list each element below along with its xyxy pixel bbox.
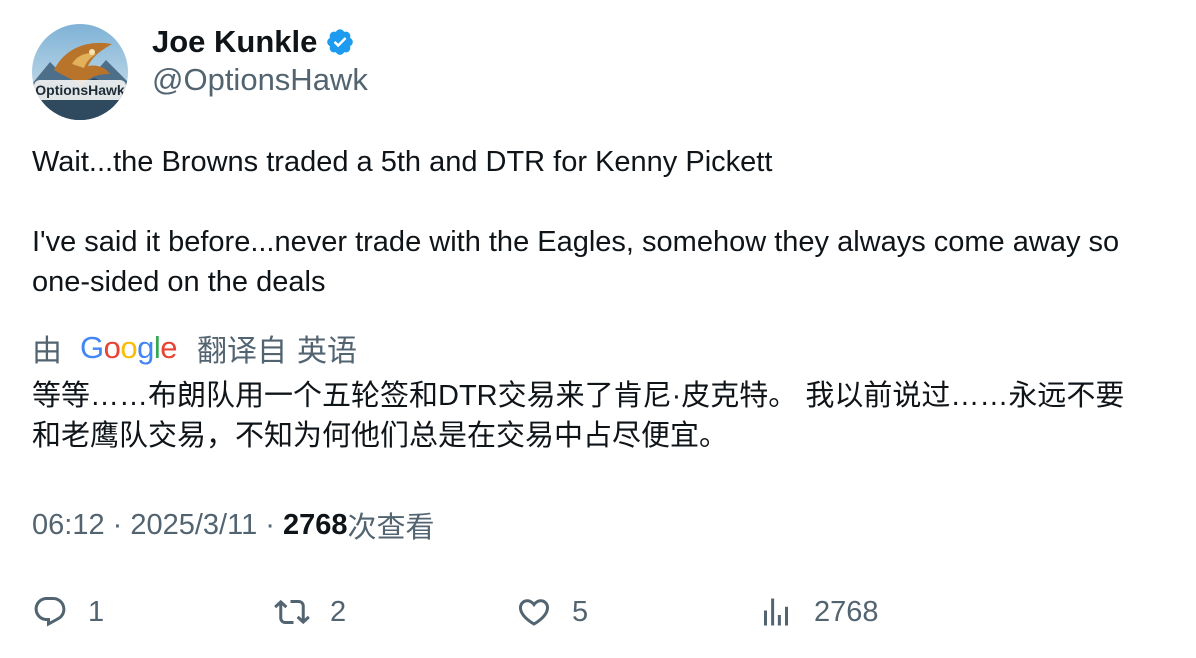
tweet-text: Wait...the Browns traded a 5th and DTR f… xyxy=(32,142,1152,302)
like-button[interactable]: 5 xyxy=(516,588,588,636)
verified-badge-icon[interactable] xyxy=(325,27,355,57)
meta-separator: · xyxy=(257,508,284,541)
retweet-button[interactable]: 2 xyxy=(274,588,346,636)
author-display-name[interactable]: Joe Kunkle xyxy=(152,24,317,60)
avatar[interactable]: OptionsHawk xyxy=(32,24,128,120)
views-label: 次查看 xyxy=(347,512,435,544)
tweet-time[interactable]: 06:12 xyxy=(32,509,105,542)
reply-button[interactable]: 1 xyxy=(32,588,104,636)
avatar-logo-text: OptionsHawk xyxy=(35,82,125,98)
translated-from-label: 翻译自 xyxy=(197,335,288,368)
heart-icon xyxy=(518,599,550,626)
analytics-icon xyxy=(764,598,788,626)
meta-separator: · xyxy=(104,508,131,541)
retweet-count: 2 xyxy=(330,595,347,628)
like-count: 5 xyxy=(572,595,589,628)
author-name-row: Joe Kunkle xyxy=(152,22,355,62)
reply-count: 1 xyxy=(88,595,105,628)
hawk-logo-avatar-icon: OptionsHawk xyxy=(32,24,128,120)
google-logo[interactable]: Google xyxy=(80,330,178,366)
retweet-icon xyxy=(274,599,310,625)
tweet-meta: 06:12 · 2025/3/11 · 2768 次查看 xyxy=(32,504,435,546)
tweet-date[interactable]: 2025/3/11 xyxy=(130,509,257,542)
action-bar: 1 2 5 2768 xyxy=(32,588,1152,636)
source-language: 英语 xyxy=(297,335,358,368)
views-count: 2768 xyxy=(283,508,348,541)
tweet-paragraph: Wait...the Browns traded a 5th and DTR f… xyxy=(32,146,773,178)
translated-text: 等等……布朗队用一个五轮签和DTR交易来了肯尼·皮克特。 我以前说过……永远不要… xyxy=(32,380,1125,452)
translation-attribution: 由 Google 翻译自 英语 xyxy=(32,328,357,368)
views-action-count: 2768 xyxy=(814,595,879,628)
reply-icon xyxy=(34,597,66,627)
views-button[interactable]: 2768 xyxy=(758,588,879,636)
tweet-paragraph: I've said it before...never trade with t… xyxy=(32,226,1120,298)
author-handle[interactable]: @OptionsHawk xyxy=(152,62,368,98)
translated-by-label: 由 xyxy=(32,335,62,368)
